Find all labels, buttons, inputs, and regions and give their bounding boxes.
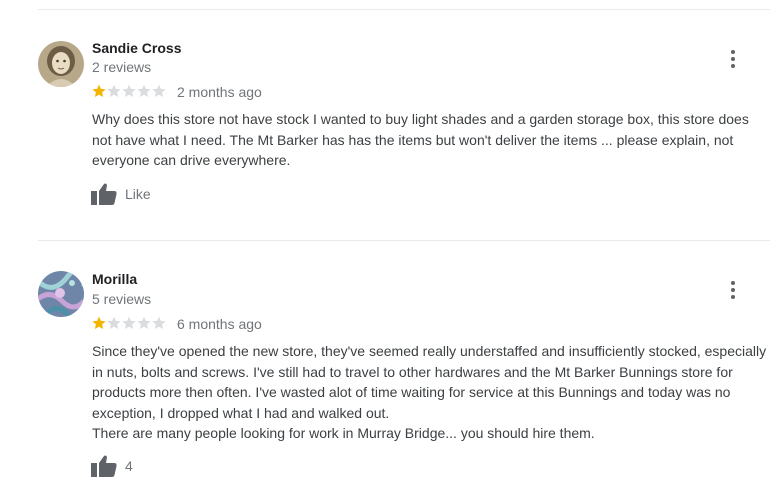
more-vert-icon: [731, 50, 735, 54]
reviewer-avatar[interactable]: [38, 271, 84, 317]
thumbs-up-icon: [91, 183, 117, 205]
review-date: 6 months ago: [177, 316, 262, 332]
star-empty-icon: [137, 316, 151, 329]
star-rating: [92, 316, 166, 330]
review-text: Since they've opened the new store, they…: [92, 341, 772, 444]
reviewer-review-count[interactable]: 5 reviews: [92, 291, 151, 307]
review-text: Why does this store not have stock I wan…: [92, 109, 772, 171]
like-label: Like: [125, 186, 151, 202]
divider-top: [38, 9, 770, 10]
review-paragraph: Why does this store not have stock I wan…: [92, 111, 749, 168]
star-filled-icon: [92, 316, 106, 329]
review-paragraph: There are many people looking for work i…: [92, 425, 595, 441]
reviewer-name[interactable]: Sandie Cross: [92, 40, 181, 56]
review-date: 2 months ago: [177, 84, 262, 100]
photo-avatar-icon: [38, 271, 84, 317]
thumbs-up-icon: [91, 455, 117, 477]
star-rating: [92, 84, 166, 98]
reviewer-avatar[interactable]: [38, 41, 84, 87]
like-button[interactable]: 4: [91, 455, 133, 477]
review-paragraph: Since they've opened the new store, they…: [92, 343, 767, 421]
photo-avatar-icon: [38, 41, 84, 87]
star-filled-icon: [92, 84, 106, 97]
star-empty-icon: [122, 316, 136, 329]
divider-middle: [38, 240, 770, 241]
star-empty-icon: [107, 316, 121, 329]
star-empty-icon: [107, 84, 121, 97]
more-options-button[interactable]: [724, 279, 742, 301]
reviewer-name[interactable]: Morilla: [92, 271, 137, 287]
more-options-button[interactable]: [724, 48, 742, 70]
star-empty-icon: [137, 84, 151, 97]
like-count: 4: [125, 458, 133, 474]
like-button[interactable]: Like: [91, 183, 151, 205]
star-empty-icon: [122, 84, 136, 97]
more-vert-icon: [731, 281, 735, 285]
star-empty-icon: [152, 316, 166, 329]
reviewer-review-count[interactable]: 2 reviews: [92, 59, 151, 75]
star-empty-icon: [152, 84, 166, 97]
